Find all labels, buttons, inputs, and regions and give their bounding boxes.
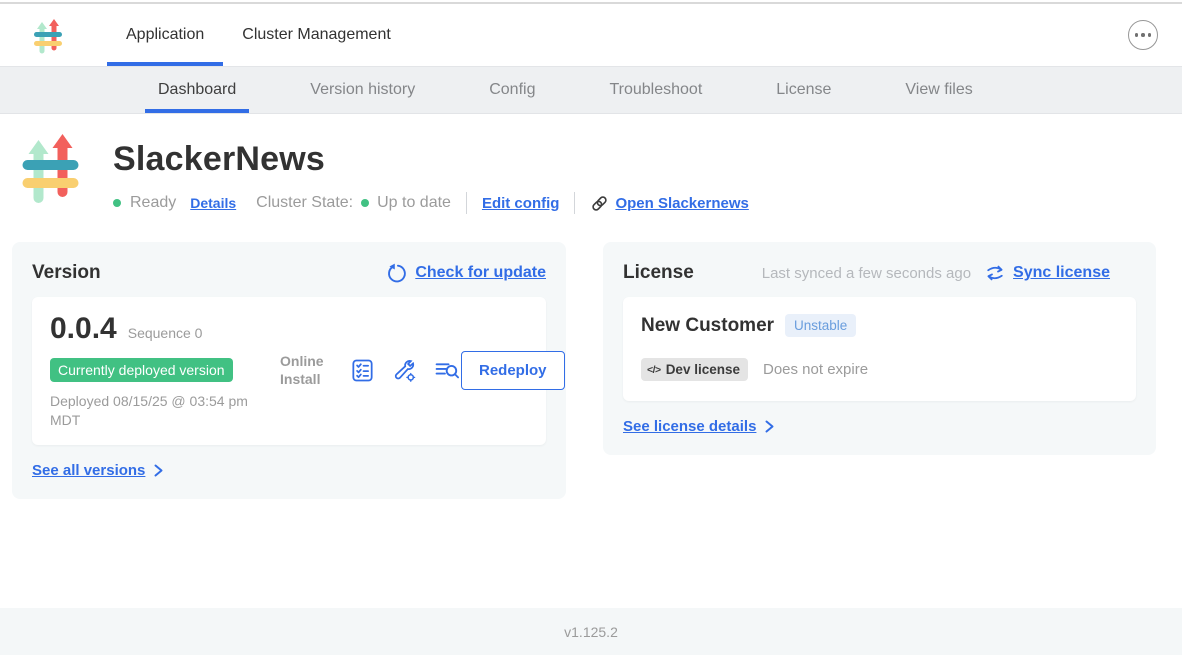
view-logs-icon[interactable] [434,358,461,383]
see-license-details-link[interactable]: See license details [623,418,756,435]
version-card-title: Version [32,262,101,284]
redeploy-button[interactable]: Redeploy [461,351,565,390]
code-icon: </> [647,364,661,376]
tab-dashboard[interactable]: Dashboard [145,67,249,113]
version-number: 0.0.4 [50,312,117,346]
top-tab-application-label: Application [126,26,204,44]
license-expiration: Does not expire [763,361,868,378]
license-type-badge: </> Dev license [641,358,748,381]
app-status-label: Ready [130,194,176,212]
page-title: SlackerNews [113,140,749,179]
channel-badge: Unstable [785,314,856,337]
tab-config[interactable]: Config [476,67,548,113]
app-status-dot [113,199,121,207]
top-tab-cluster-management[interactable]: Cluster Management [223,4,410,66]
customer-name: New Customer [641,315,774,337]
tab-view-files[interactable]: View files [892,67,985,113]
top-tab-cluster-management-label: Cluster Management [242,26,391,44]
tab-troubleshoot[interactable]: Troubleshoot [596,67,715,113]
last-synced-label: Last synced a few seconds ago [762,265,971,282]
app-logo-large-icon [20,130,81,214]
deployed-status-badge: Currently deployed version [50,358,233,382]
top-tab-application[interactable]: Application [107,4,223,66]
cluster-state-label: Cluster State: [256,194,353,212]
cluster-state-value: Up to date [377,194,451,212]
edit-config-link[interactable]: Edit config [482,195,560,212]
chevron-right-icon [153,464,165,477]
version-card: Version Check for update 0.0.4 Sequence … [12,242,566,499]
ellipsis-icon [1135,33,1139,37]
app-header: SlackerNews Ready Details Cluster State:… [0,114,1182,214]
install-type-label: Online Install [280,353,334,388]
tab-license[interactable]: License [763,67,844,113]
see-all-versions-link[interactable]: See all versions [32,462,145,479]
config-wrench-icon[interactable] [392,358,417,383]
app-status-row: Ready Details Cluster State: Up to date … [113,192,749,214]
divider [574,192,575,214]
license-panel: New Customer Unstable </> Dev license Do… [623,297,1136,401]
deployed-timestamp: Deployed 08/15/25 @ 03:54 pm MDT [50,392,265,430]
cluster-state-dot [361,199,369,207]
app-sub-nav: Dashboard Version history Config Trouble… [0,67,1182,114]
sequence-label: Sequence 0 [128,325,203,341]
license-card-title: License [623,262,694,284]
check-for-update-link[interactable]: Check for update [415,264,546,282]
license-card: License Last synced a few seconds ago Sy… [603,242,1156,455]
more-menu-button[interactable] [1128,20,1158,50]
sync-license-link[interactable]: Sync license [1013,264,1110,282]
chain-link-icon [590,194,609,213]
console-footer: v1.125.2 [0,608,1182,655]
sync-license-icon [985,263,1005,283]
status-details-link[interactable]: Details [190,195,236,211]
tab-version-history[interactable]: Version history [297,67,428,113]
preflight-checks-icon[interactable] [350,358,375,383]
top-nav: Application Cluster Management [0,4,1182,67]
dashboard-cards: Version Check for update 0.0.4 Sequence … [0,214,1182,499]
divider [466,192,467,214]
current-version-panel: 0.0.4 Sequence 0 Currently deployed vers… [32,297,546,445]
chevron-right-icon [764,420,776,433]
check-update-icon [386,263,407,284]
console-version-label: v1.125.2 [564,624,618,640]
open-app-link[interactable]: Open Slackernews [615,195,748,212]
app-logo-icon [33,17,63,54]
